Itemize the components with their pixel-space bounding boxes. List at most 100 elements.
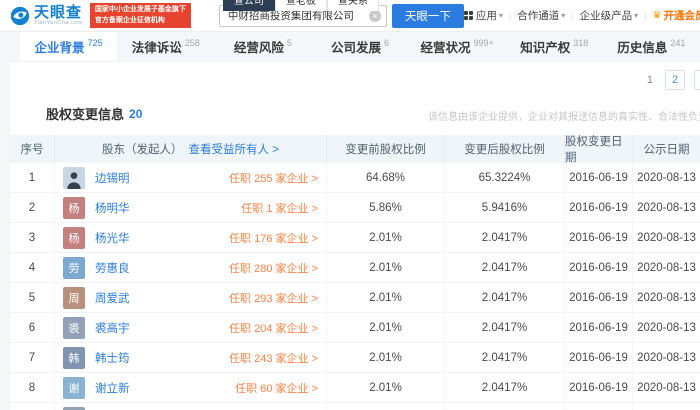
shareholder-avatar[interactable]: 劳 bbox=[63, 256, 85, 279]
after-ratio-value: 2.0417% bbox=[445, 373, 565, 402]
tab-operating-risk[interactable]: 经营风险 5 bbox=[214, 32, 311, 61]
nav-enterprise-products[interactable]: 企业级产品 ▾ bbox=[580, 8, 639, 23]
jobs-count-link[interactable]: 任职 60 家企业 > bbox=[235, 380, 318, 396]
shareholder-avatar[interactable]: 韩 bbox=[63, 346, 85, 369]
table-row: 7 韩 韩士筠 任职 243 家企业 > 2.01% 2.0417% 2016-… bbox=[10, 343, 700, 373]
jobs-count-link[interactable]: 任职 280 家企业 > bbox=[229, 260, 318, 276]
change-date-value: 2016-06-19 bbox=[565, 403, 633, 410]
search-tab-boss[interactable]: 查老板 bbox=[274, 0, 327, 11]
tianyancha-logo[interactable]: 天眼查 TianYanCha.com bbox=[10, 5, 83, 27]
table-row: 3 杨 杨光华 任职 176 家企业 > 2.01% 2.0417% 2016-… bbox=[10, 223, 700, 253]
chevron-down-icon: ▾ bbox=[498, 11, 503, 20]
nav-divider: | bbox=[644, 10, 647, 21]
publish-date-value: 2020-08-13 bbox=[637, 291, 696, 304]
change-date-value: 2016-06-19 bbox=[565, 253, 633, 282]
shareholder-cell: 韩 韩士筠 任职 243 家企业 > bbox=[55, 343, 327, 372]
page-1[interactable]: 1 bbox=[644, 74, 656, 86]
brand-domain: TianYanCha.com bbox=[34, 19, 83, 26]
search-button[interactable]: 天眼一下 bbox=[391, 3, 464, 28]
shareholder-name-link[interactable]: 边锡明 bbox=[95, 170, 130, 186]
shareholder-name-link[interactable]: 杨光华 bbox=[95, 230, 130, 246]
before-ratio-value: 2.01% bbox=[327, 343, 445, 372]
jobs-count-link[interactable]: 任职 243 家企业 > bbox=[229, 350, 318, 366]
chevron-down-icon: ▾ bbox=[561, 11, 566, 20]
after-ratio-value: 2.0417% bbox=[445, 343, 565, 372]
shareholder-name-link[interactable]: 裘高宇 bbox=[95, 320, 130, 336]
row-number: 6 bbox=[10, 313, 55, 342]
table-row: 4 劳 劳惠良 任职 280 家企业 > 2.01% 2.0417% 2016-… bbox=[10, 253, 700, 283]
table-row: 5 周 周爱武 任职 293 家企业 > 2.01% 2.0417% 2016-… bbox=[10, 283, 700, 313]
search-input[interactable] bbox=[227, 9, 369, 22]
row-number: 2 bbox=[10, 193, 55, 222]
after-ratio-value: 2.0417% bbox=[445, 223, 565, 252]
tab-intellectual-property[interactable]: 知识产权 318 bbox=[506, 32, 603, 61]
tab-operating-status[interactable]: 经营状况 999+ bbox=[409, 32, 506, 61]
col-header-before-ratio: 变更前股权比例 bbox=[327, 135, 445, 163]
jobs-count-link[interactable]: 任职 1 家企业 > bbox=[241, 200, 318, 216]
shareholder-avatar[interactable] bbox=[63, 166, 85, 189]
chevron-down-icon: ▾ bbox=[634, 11, 639, 20]
before-ratio-value: 2.01% bbox=[327, 283, 445, 312]
tab-legal-proceedings[interactable]: 法律诉讼 258 bbox=[117, 32, 214, 61]
publish-date-value: 2020-08-13 bbox=[637, 381, 696, 394]
after-ratio-value: 65.3224% bbox=[445, 163, 565, 192]
after-ratio-value: 2.0417% bbox=[445, 403, 565, 410]
table-row: 6 裘 裘高宇 任职 204 家企业 > 2.01% 2.0417% 2016-… bbox=[10, 313, 700, 343]
shareholder-cell: 俞 俞兴尧 任职 6 家企业 > bbox=[55, 403, 327, 410]
shareholder-cell: 边锡明 任职 255 家企业 > bbox=[55, 163, 327, 192]
nav-cooperation[interactable]: 合作通道 ▾ bbox=[517, 8, 565, 23]
top-nav: 应用▾ | 合作通道▾ | 企业级产品▾ | ♛ 开通会员▾ | bbox=[463, 8, 700, 24]
search-area: 查公司 查老板 查关系 × 天眼一下 bbox=[218, 0, 464, 28]
tab-company-background[interactable]: 企业背景 725 bbox=[20, 32, 118, 61]
nav-divider: | bbox=[508, 10, 512, 21]
shareholder-name-link[interactable]: 周爱武 bbox=[95, 290, 130, 306]
shareholder-avatar[interactable]: 谢 bbox=[63, 376, 85, 399]
jobs-count-link[interactable]: 任职 293 家企业 > bbox=[229, 290, 318, 306]
col-header-shareholder: 股东（发起人） 查看受益所有人 > bbox=[55, 135, 327, 163]
shareholder-avatar[interactable]: 杨 bbox=[63, 196, 85, 219]
search-tab-relation[interactable]: 查关系 bbox=[326, 0, 379, 11]
shareholder-avatar[interactable]: 裘 bbox=[63, 316, 85, 339]
shareholder-cell: 劳 劳惠良 任职 280 家企业 > bbox=[55, 253, 327, 282]
tab-company-development[interactable]: 公司发展 6 bbox=[311, 32, 408, 61]
col-header-no: 序号 bbox=[10, 135, 55, 163]
page-3[interactable]: 3 bbox=[694, 70, 700, 90]
before-ratio-value: 2.01% bbox=[327, 313, 445, 342]
tab-history-info[interactable]: 历史信息 241 bbox=[603, 32, 700, 61]
shareholder-avatar[interactable]: 周 bbox=[63, 286, 85, 309]
nav-open-vip[interactable]: ♛ 开通会员▾ bbox=[652, 8, 700, 23]
official-badge: 国家中小企业发展子基金旗下 官方备案企业征信机构 bbox=[89, 3, 191, 28]
row-number: 5 bbox=[10, 283, 55, 312]
shareholder-avatar[interactable]: 俞 bbox=[63, 406, 85, 410]
shareholder-name-link[interactable]: 杨明华 bbox=[95, 200, 130, 216]
row-number: 9 bbox=[10, 403, 55, 410]
table-row: 8 谢 谢立新 任职 60 家企业 > 2.01% 2.0417% 2016-0… bbox=[10, 373, 700, 403]
table-row: 9 俞 俞兴尧 任职 6 家企业 > 2.01% 2.0417% 2016-06… bbox=[10, 403, 700, 410]
clear-search-icon[interactable]: × bbox=[368, 9, 381, 22]
before-ratio-value: 5.86% bbox=[327, 193, 445, 222]
shareholder-cell: 杨 杨明华 任职 1 家企业 > bbox=[55, 193, 327, 222]
jobs-count-link[interactable]: 任职 204 家企业 > bbox=[229, 320, 318, 336]
shareholder-cell: 杨 杨光华 任职 176 家企业 > bbox=[55, 223, 327, 252]
after-ratio-value: 2.0417% bbox=[445, 253, 565, 282]
after-ratio-value: 5.9416% bbox=[445, 193, 565, 222]
jobs-count-link[interactable]: 任职 255 家企业 > bbox=[229, 170, 318, 186]
col-header-after-ratio: 变更后股权比例 bbox=[445, 135, 565, 163]
row-number: 1 bbox=[10, 163, 55, 192]
shareholder-name-link[interactable]: 谢立新 bbox=[95, 380, 130, 396]
view-beneficiary-link[interactable]: 查看受益所有人 > bbox=[189, 141, 279, 157]
nav-divider: | bbox=[571, 10, 574, 21]
badge-line-1: 国家中小企业发展子基金旗下 bbox=[94, 6, 186, 13]
row-number: 7 bbox=[10, 343, 55, 372]
page-2[interactable]: 2 bbox=[665, 70, 685, 90]
search-tab-company[interactable]: 查公司 bbox=[222, 0, 275, 11]
table-header: 序号 股东（发起人） 查看受益所有人 > 变更前股权比例 变更后股权比例 股权变… bbox=[10, 135, 700, 164]
shareholder-name-link[interactable]: 韩士筠 bbox=[95, 350, 130, 366]
section-count: 20 bbox=[129, 106, 143, 121]
shareholder-name-link[interactable]: 劳惠良 bbox=[95, 260, 130, 276]
nav-apps[interactable]: 应用 ▾ bbox=[463, 8, 503, 23]
shareholder-avatar[interactable]: 杨 bbox=[63, 226, 85, 249]
jobs-count-link[interactable]: 任职 176 家企业 > bbox=[229, 230, 318, 246]
publish-date-value: 2020-08-13 bbox=[637, 351, 696, 364]
publish-date-value: 2020-08-13 bbox=[637, 321, 696, 334]
